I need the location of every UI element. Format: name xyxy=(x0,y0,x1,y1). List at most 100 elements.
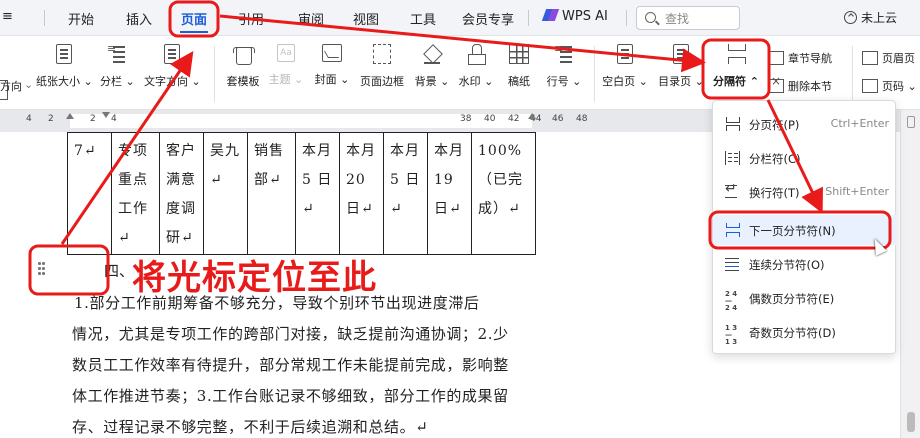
ruler-tick: 42 xyxy=(508,114,520,124)
table-row: 7↵ 专项 重点 工作↵ 客户 满意 度调 研↵ 吴九↵ 销售 部↵ 本月 5 日↵ 本月 20… xyxy=(67,132,536,255)
table-cell[interactable]: 销售 部↵ xyxy=(247,132,296,255)
indent-marker[interactable] xyxy=(66,113,74,119)
right-indent-marker[interactable] xyxy=(528,113,536,119)
section-nav-button[interactable]: 章节导航 xyxy=(768,50,832,66)
toc-page-icon xyxy=(673,44,689,64)
cloud-upload-icon xyxy=(844,11,857,24)
paragraph-line: 体工作推进节奏；3.工作台账记录不够细致，部分工作的成果留 xyxy=(72,387,509,405)
divider xyxy=(214,46,215,102)
table-cell[interactable]: 7↵ xyxy=(67,132,112,255)
menu-item-even-page-section-break[interactable]: 2 4—2 4 偶数页分节符(E) xyxy=(713,283,897,313)
table-cell[interactable]: 客户 满意 度调 研↵ xyxy=(159,132,204,255)
ruler-tick: 2 xyxy=(48,114,54,124)
divider xyxy=(852,46,853,102)
ruler-tick: 4 xyxy=(111,114,117,124)
page-border-icon xyxy=(373,44,391,64)
manuscript-button[interactable]: 稿纸 xyxy=(504,44,534,89)
cover-button[interactable]: 封面 ⌄ xyxy=(314,44,350,87)
divider xyxy=(528,10,529,26)
drag-handle-icon[interactable] xyxy=(38,262,46,278)
page-break-icon xyxy=(725,117,740,131)
chevron-down-icon: ⌄ xyxy=(24,78,34,91)
table-cell[interactable]: 本月 20 日↵ xyxy=(339,132,384,255)
cloud-status-button[interactable]: 未上云 xyxy=(844,9,897,26)
paragraph-line: 数员工工作效率有待提升，部分常规工作未能提前完成，影响整 xyxy=(72,356,509,374)
separator-icon xyxy=(726,44,746,64)
text-direction-button[interactable]: 文字方向 ⌄ xyxy=(144,44,201,89)
orientation-button[interactable]: 方向 xyxy=(0,78,22,94)
manuscript-grid-icon xyxy=(509,44,529,64)
ruler-tick: 48 xyxy=(576,114,588,124)
table-cell[interactable]: 本月 5 日↵ xyxy=(295,132,340,255)
vertical-scrollbar[interactable] xyxy=(900,110,920,438)
column-break-icon xyxy=(725,151,740,165)
scroll-thumb[interactable] xyxy=(907,412,915,432)
menu-item-line-break[interactable]: 换行符(T) Shift+Enter xyxy=(713,177,897,207)
ruler-tick: 38 xyxy=(460,114,472,124)
tab-page[interactable]: 页面 xyxy=(181,9,207,28)
ruler-tick: 46 xyxy=(552,114,564,124)
paragraph-line: 情况，尤其是专项工作的跨部门对接，缺乏提前沟通协调；2.少 xyxy=(72,325,509,343)
line-break-icon xyxy=(725,181,740,199)
watermark-button[interactable]: 水印 ⌄ xyxy=(458,44,494,89)
section-nav-icon xyxy=(768,51,784,65)
template-button[interactable]: 套模板 xyxy=(224,44,262,89)
divider xyxy=(626,10,627,26)
template-icon xyxy=(233,44,255,65)
separator-dropdown-menu: 分页符(P) Ctrl+Enter 分栏符(C) 换行符(T) Shift+En… xyxy=(712,100,897,354)
columns-icon xyxy=(107,42,127,64)
theme-button[interactable]: Aa 主题 ⌄ xyxy=(268,44,304,87)
delete-section-button[interactable]: 删除本节 xyxy=(768,78,832,94)
columns-button[interactable]: 分栏 ⌄ xyxy=(100,42,135,89)
table-cell[interactable]: 专项 重点 工作↵ xyxy=(111,132,160,255)
menu-item-column-break[interactable]: 分栏符(C) xyxy=(713,143,897,173)
paragraph-line: 1.部分工作前期筹备不够充分，导致个别环节出现进度滞后 xyxy=(74,294,480,312)
menu-item-continuous-section-break[interactable]: 连续分节符(O) xyxy=(713,249,897,279)
tab-tools[interactable]: 工具 xyxy=(410,9,436,28)
background-icon xyxy=(422,44,442,64)
ribbon-toolbar: 方向 ⌄ 纸张大小 ⌄ 分栏 ⌄ 文字方向 ⌄ 套模板 Aa 主题 ⌄ 封面 ⌄… xyxy=(0,36,920,110)
header-footer-icon xyxy=(862,51,878,65)
menu-item-page-break[interactable]: 分页符(P) Ctrl+Enter xyxy=(713,109,897,139)
paper-size-button[interactable]: 纸张大小 ⌄ xyxy=(36,44,93,89)
tab-references[interactable]: 引用 xyxy=(238,9,264,28)
first-line-indent-marker[interactable] xyxy=(102,112,110,118)
divider xyxy=(594,46,595,102)
app-menu-icon[interactable]: ≡ xyxy=(2,9,13,24)
page-number-button[interactable]: 页码 ⌄ xyxy=(862,78,917,94)
tab-home[interactable]: 开始 xyxy=(68,9,94,28)
separator-button[interactable]: 分隔符 ⌃ xyxy=(712,44,760,89)
search-placeholder: 查找 xyxy=(665,12,690,26)
paragraph-line: 存、过程记录不够完整，不利于后续追溯和总结。↵ xyxy=(72,418,429,436)
scroll-up-icon[interactable] xyxy=(907,116,915,128)
cover-icon xyxy=(322,44,342,62)
table-cell[interactable]: 本月 19 日↵ xyxy=(427,132,472,255)
line-number-button[interactable]: 行号 ⌄ xyxy=(546,42,582,89)
blank-page-button[interactable]: 空白页 ⌄ xyxy=(602,44,648,89)
menubar: ≡ 开始 插入 页面 引用 审阅 视图 工具 会员专享 WPS AI 查找 未上… xyxy=(0,0,920,36)
odd-page-section-icon: 1 3—1 3 xyxy=(725,324,738,346)
wps-ai-button[interactable]: WPS AI xyxy=(543,9,608,24)
line-number-icon xyxy=(554,42,574,64)
text-direction-icon xyxy=(164,44,180,64)
ruler-tick: 4 xyxy=(26,114,32,124)
ruler-tick: 2 xyxy=(90,114,96,124)
tab-member[interactable]: 会员专享 xyxy=(462,9,514,28)
search-icon xyxy=(645,12,656,23)
tab-insert[interactable]: 插入 xyxy=(126,9,152,28)
watermark-icon xyxy=(467,44,486,65)
search-box[interactable]: 查找 xyxy=(636,6,740,30)
table-cell[interactable]: 100% （已完 成）↵ xyxy=(471,132,536,255)
toc-page-button[interactable]: 目录页 ⌄ xyxy=(658,44,704,89)
theme-icon: Aa xyxy=(277,44,295,62)
table-cell[interactable]: 本月 5 日↵ xyxy=(383,132,428,255)
table-cell[interactable]: 吴九↵ xyxy=(203,132,248,255)
blank-page-icon xyxy=(617,44,633,64)
tab-view[interactable]: 视图 xyxy=(353,9,379,28)
divider xyxy=(44,10,45,26)
tab-review[interactable]: 审阅 xyxy=(298,9,324,28)
menu-item-odd-page-section-break[interactable]: 1 3—1 3 奇数页分节符(D) xyxy=(713,317,897,347)
page-border-button[interactable]: 页面边框 xyxy=(358,44,406,89)
header-footer-button[interactable]: 页眉页 xyxy=(862,50,915,66)
background-button[interactable]: 背景 ⌄ xyxy=(414,44,450,89)
